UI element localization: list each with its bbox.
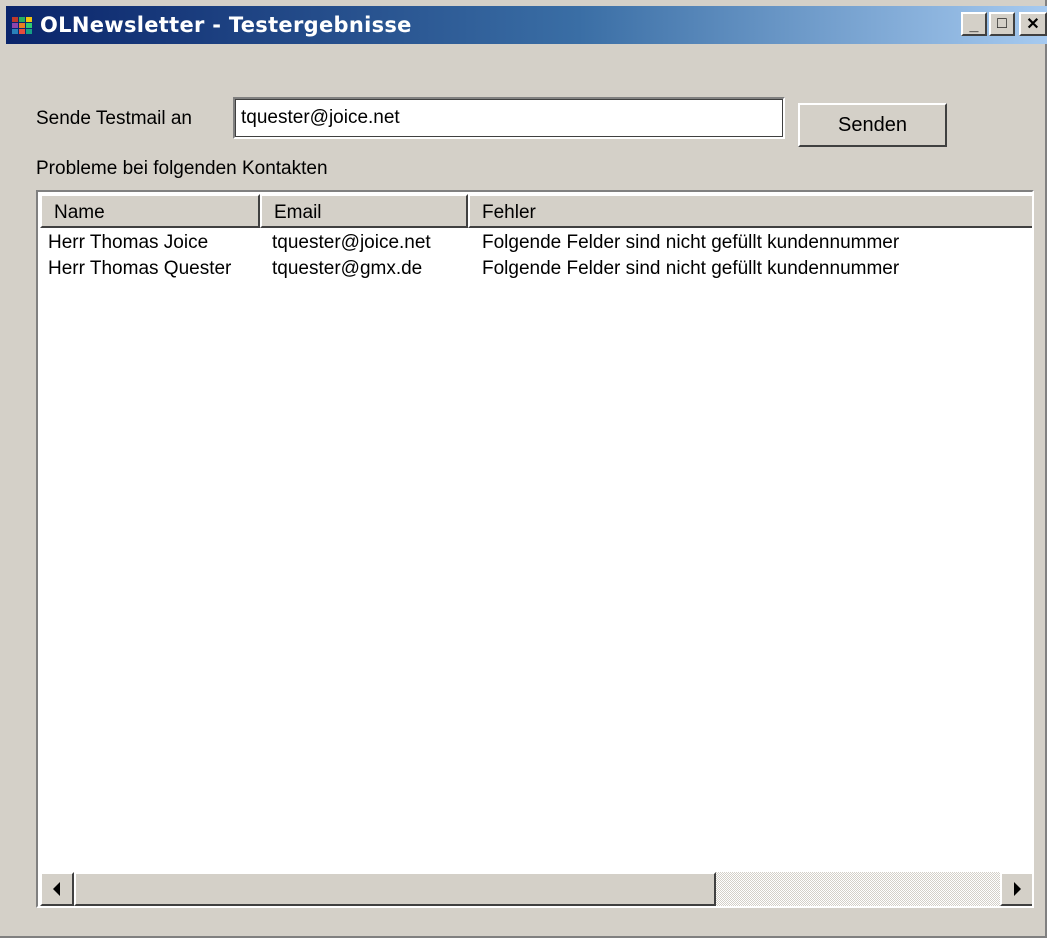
scroll-thumb[interactable] <box>74 872 716 906</box>
app-grid-icon <box>12 17 32 34</box>
problems-label: Probleme bei folgenden Kontakten <box>36 158 328 179</box>
minimize-button[interactable]: _ <box>961 12 987 36</box>
column-header-email[interactable]: Email <box>260 194 468 228</box>
arrow-left-icon <box>53 882 60 896</box>
send-button[interactable]: Senden <box>798 103 947 147</box>
minimize-icon: _ <box>969 17 979 34</box>
column-header-error[interactable]: Fehler <box>468 194 1032 228</box>
close-button[interactable]: ✕ <box>1019 12 1047 36</box>
cell-error: Folgende Felder sind nicht gefüllt kunde… <box>482 232 900 253</box>
window-title: OLNewsletter - Testergebnisse <box>40 13 412 37</box>
test-email-input[interactable] <box>233 97 785 139</box>
contacts-list[interactable]: Name Email Fehler Herr Thomas Joice tque… <box>36 190 1034 908</box>
horizontal-scrollbar[interactable] <box>40 872 1032 906</box>
close-icon: ✕ <box>1026 16 1040 33</box>
arrow-right-icon <box>1014 882 1021 896</box>
scroll-left-button[interactable] <box>40 872 74 906</box>
send-to-label: Sende Testmail an <box>36 108 192 129</box>
app-window: OLNewsletter - Testergebnisse _ □ ✕ Send… <box>0 0 1047 938</box>
title-bar[interactable]: OLNewsletter - Testergebnisse _ □ ✕ <box>6 6 1047 44</box>
cell-name: Herr Thomas Quester <box>48 258 232 279</box>
cell-email: tquester@joice.net <box>272 232 431 253</box>
cell-error: Folgende Felder sind nicht gefüllt kunde… <box>482 258 900 279</box>
cell-name: Herr Thomas Joice <box>48 232 209 253</box>
column-header-name[interactable]: Name <box>40 194 260 228</box>
maximize-icon: □ <box>997 15 1007 32</box>
cell-email: tquester@gmx.de <box>272 258 423 279</box>
scroll-right-button[interactable] <box>1000 872 1032 906</box>
maximize-button[interactable]: □ <box>989 12 1015 36</box>
scroll-track[interactable] <box>716 872 1000 906</box>
